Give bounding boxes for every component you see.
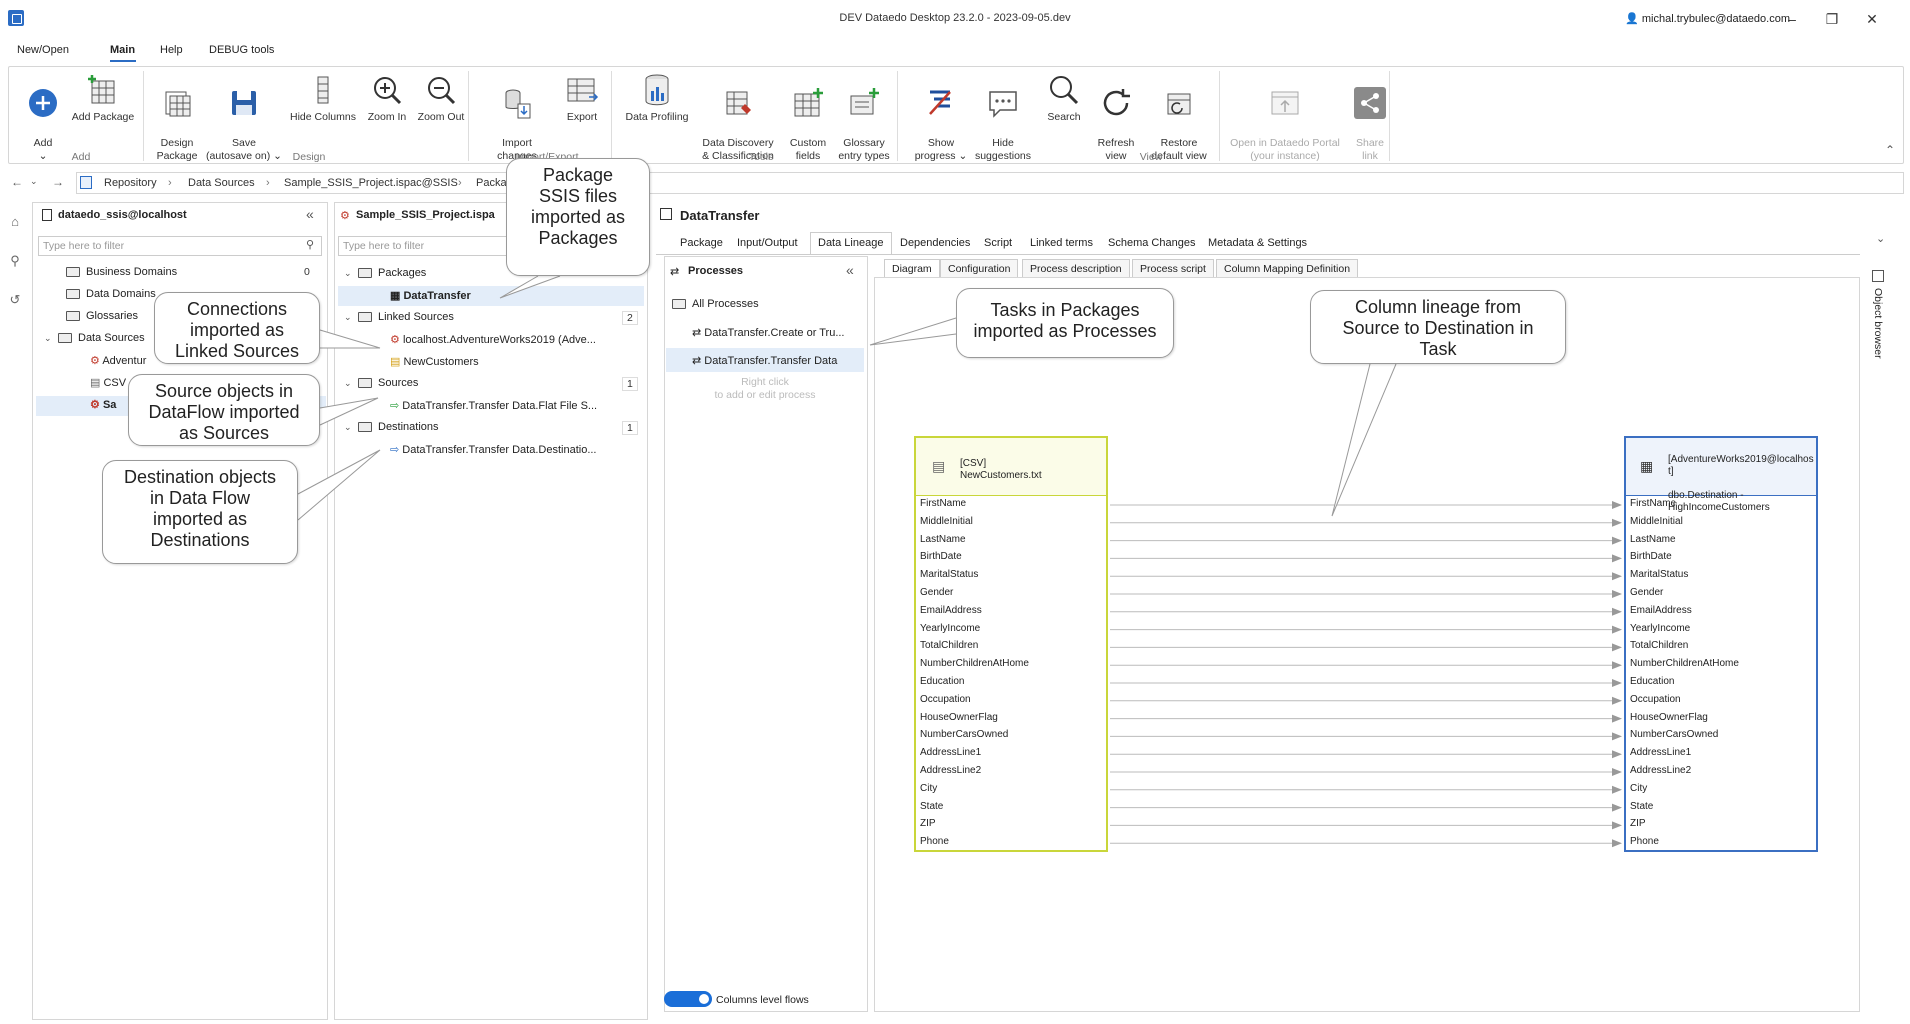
callout-destinations: Destination objects in Data Flow importe…: [102, 460, 298, 564]
callout-lineage: Column lineage from Source to Destinatio…: [1310, 290, 1566, 364]
callout-tasks: Tasks in Packages imported as Processes: [956, 288, 1174, 358]
callout-connections: Connections imported as Linked Sources: [154, 292, 320, 364]
callout-packages: Package SSIS files imported as Packages: [506, 158, 650, 276]
callout-sources: Source objects in DataFlow imported as S…: [128, 374, 320, 446]
